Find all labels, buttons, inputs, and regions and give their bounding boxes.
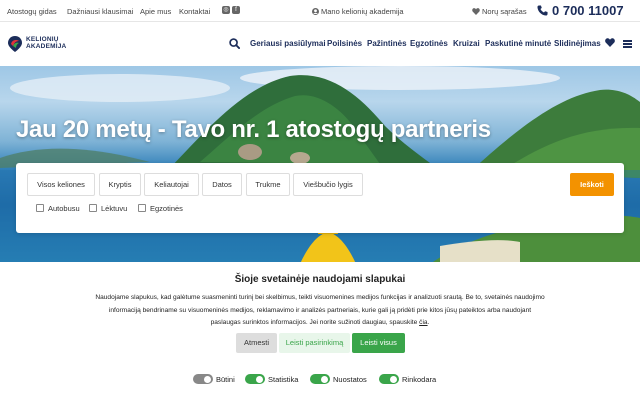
search-icon[interactable] [229, 38, 240, 49]
toggle-statistics-label: Statistika [268, 375, 299, 384]
toggle-marketing-label: Rinkodara [402, 375, 437, 384]
logo-icon [8, 36, 22, 52]
nav-exotic[interactable]: Egzotinės [410, 39, 448, 48]
cookie-consent-banner: Šioje svetainėje naudojami slapukai Naud… [0, 262, 640, 400]
cookie-description: Naudojame slapukus, kad galėtume suasmen… [95, 294, 545, 326]
trip-search-form: Visos keliones Kryptis Keliautojai Datos… [16, 163, 624, 233]
link-about[interactable]: Apie mus [140, 7, 171, 16]
phone-icon [537, 5, 548, 16]
filter-destination[interactable]: Kryptis [99, 173, 141, 196]
checkbox-bus-label: Autobusu [48, 204, 80, 213]
toggle-marketing-switch[interactable] [379, 374, 399, 384]
checkbox-exotic[interactable]: Egzotinės [138, 204, 183, 213]
checkbox-exotic-label: Egzotinės [150, 204, 183, 213]
toggle-statistics[interactable]: Statistika [245, 374, 298, 384]
toggle-preferences[interactable]: Nuostatos [310, 374, 367, 384]
wishlist-link[interactable]: Norų sąrašas [472, 7, 527, 16]
phone-label: 0 700 11007 [552, 3, 624, 18]
heart-icon[interactable] [605, 38, 615, 47]
heart-icon [472, 8, 480, 15]
search-submit-button[interactable]: Ieškoti [570, 173, 614, 196]
hero-headline: Jau 20 metų - Tavo nr. 1 atostogų partne… [16, 116, 491, 143]
link-travel-guide[interactable]: Atostogų gidas [7, 7, 57, 16]
facebook-icon[interactable]: f [232, 6, 240, 14]
toggle-marketing[interactable]: Rinkodara [379, 374, 436, 384]
filter-duration[interactable]: Trukme [246, 173, 290, 196]
cookie-more-link[interactable]: čia [419, 319, 427, 326]
link-contacts[interactable]: Kontaktai [179, 7, 210, 16]
cookie-text: Naudojame slapukus, kad galėtume suasmen… [95, 294, 545, 326]
toggle-preferences-switch[interactable] [310, 374, 330, 384]
main-navigation: KELIONIŲ AKADEMIJA Geriausi pasiūlymai P… [0, 23, 640, 65]
phone-number[interactable]: 0 700 11007 [537, 3, 624, 18]
filter-dates[interactable]: Datos [202, 173, 242, 196]
user-icon [312, 8, 319, 15]
link-faq[interactable]: Dažniausi klausimai [67, 7, 133, 16]
wishlist-label: Norų sąrašas [482, 7, 527, 16]
checkbox-bus[interactable]: Autobusu [36, 204, 80, 213]
checkbox-plane[interactable]: Lėktuvu [89, 204, 127, 213]
toggle-necessary-label: Būtini [216, 375, 235, 384]
instagram-icon[interactable]: ◎ [222, 6, 230, 14]
nav-skiing[interactable]: Slidinėjimas [554, 39, 601, 48]
cookie-title: Šioje svetainėje naudojami slapukai [234, 274, 406, 285]
checkbox-plane-label: Lėktuvu [101, 204, 128, 213]
nav-sightseeing[interactable]: Pažintinės [367, 39, 407, 48]
checkbox-plane-box[interactable] [89, 204, 97, 212]
logo-text-line2: AKADEMIJA [26, 43, 67, 50]
academy-label: Mano kelionių akademija [321, 7, 404, 16]
hamburger-menu-icon[interactable] [623, 40, 632, 50]
academy-link[interactable]: Mano kelionių akademija [312, 7, 404, 16]
nav-last-minute[interactable]: Paskutinė minutė [485, 39, 551, 48]
top-bar: Atostogų gidas Dažniausi klausimai Apie … [0, 0, 640, 22]
filter-travellers[interactable]: Keliautojai [144, 173, 199, 196]
allow-selection-button[interactable]: Leisti pasirinkimą [279, 333, 350, 353]
allow-all-button[interactable]: Leisti visus [352, 333, 405, 353]
toggle-statistics-switch[interactable] [245, 374, 265, 384]
nav-cruises[interactable]: Kruizai [453, 39, 480, 48]
nav-best-offers[interactable]: Geriausi pasiūlymai [250, 39, 326, 48]
toggle-necessary-switch[interactable] [193, 374, 213, 384]
logo-text-line1: KELIONIŲ [26, 36, 59, 43]
nav-leisure[interactable]: Poilsinės [327, 39, 362, 48]
filter-all-trips[interactable]: Visos keliones [27, 173, 95, 196]
toggle-necessary[interactable]: Būtini [193, 374, 235, 384]
reject-cookies-button[interactable]: Atmesti [236, 333, 277, 353]
toggle-preferences-label: Nuostatos [333, 375, 367, 384]
filter-hotel-rating[interactable]: Viešbučio lygis [293, 173, 363, 196]
checkbox-exotic-box[interactable] [138, 204, 146, 212]
checkbox-bus-box[interactable] [36, 204, 44, 212]
